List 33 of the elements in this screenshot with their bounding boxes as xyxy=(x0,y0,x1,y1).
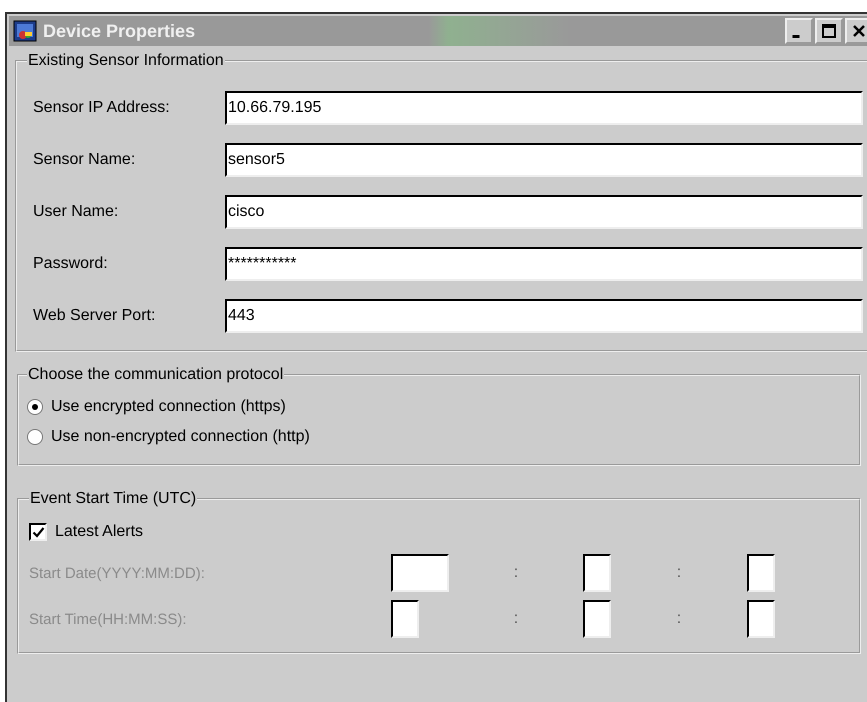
maximize-button[interactable] xyxy=(815,18,843,44)
field-label: Sensor IP Address: xyxy=(32,99,171,117)
minimize-icon xyxy=(792,34,800,38)
field-label: Sensor Name: xyxy=(32,151,136,169)
input-field[interactable]: sensor5 xyxy=(225,143,863,177)
checkbox-label: Latest Alerts xyxy=(55,523,144,541)
input-field[interactable]: 443 xyxy=(225,299,863,333)
input-field[interactable]: *********** xyxy=(225,247,863,281)
radio-label: Use encrypted connection (https) xyxy=(51,398,286,416)
field-label: Start Time(HH:MM:SS): xyxy=(29,610,188,628)
input-field[interactable]: 10.66.79.195 xyxy=(225,91,863,125)
separator: : xyxy=(676,564,682,582)
field-label: User Name: xyxy=(32,203,120,221)
group-title: Choose the communication protocol xyxy=(27,366,284,384)
group-title: Existing Sensor Information xyxy=(27,52,225,70)
field-label: Password: xyxy=(32,255,109,273)
group-title: Event Start Time (UTC) xyxy=(29,490,198,508)
window-title: Device Properties xyxy=(43,20,196,42)
maximize-icon xyxy=(821,23,837,39)
separator: : xyxy=(512,610,520,628)
app-icon xyxy=(13,20,37,42)
radio-button[interactable] xyxy=(27,399,43,415)
radio-button[interactable] xyxy=(27,429,43,445)
close-icon xyxy=(851,23,867,39)
input-field[interactable]: cisco xyxy=(225,195,863,229)
separator: : xyxy=(676,610,682,628)
close-button[interactable] xyxy=(845,18,867,44)
checkbox[interactable] xyxy=(29,523,47,541)
minimize-button[interactable] xyxy=(785,18,813,44)
field-label: Web Server Port: xyxy=(32,307,156,325)
radio-label: Use non-encrypted connection (http) xyxy=(51,428,310,446)
separator: : xyxy=(512,564,520,582)
field-label: Start Date(YYYY:MM:DD): xyxy=(29,564,206,582)
